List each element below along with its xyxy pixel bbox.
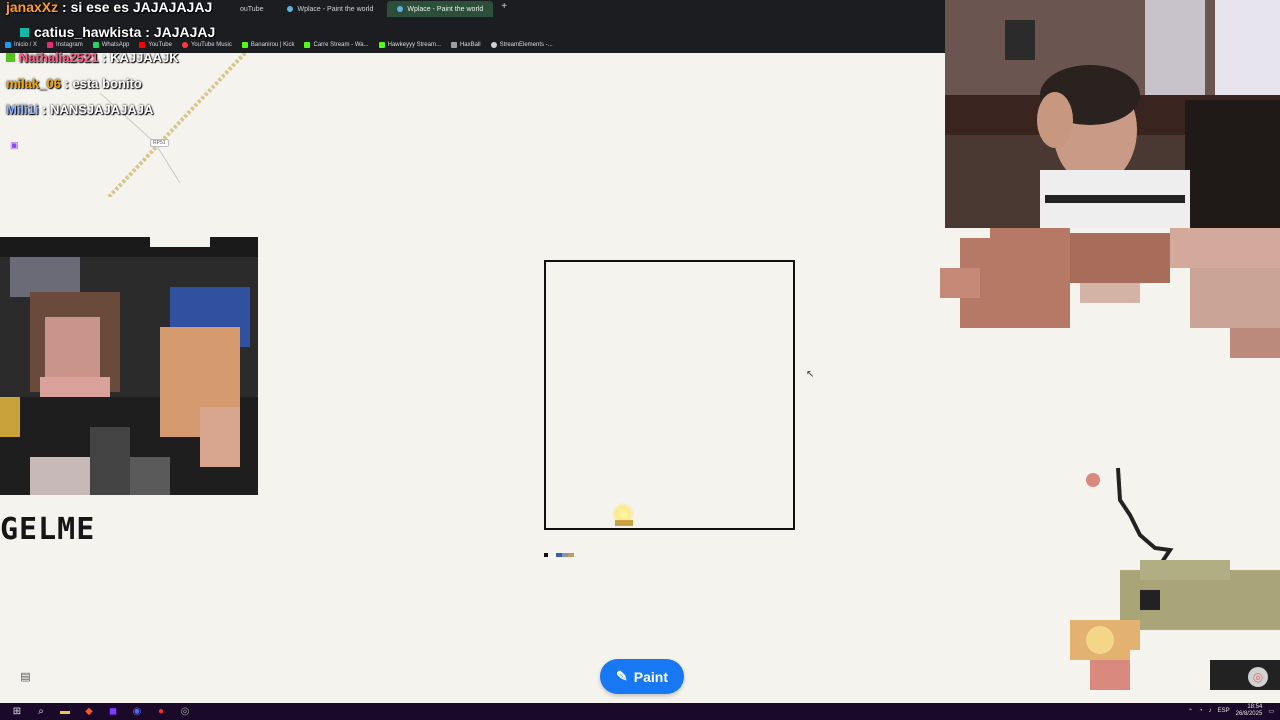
chat-username: milak_06 <box>6 76 61 91</box>
chat-separator: : <box>141 24 154 40</box>
layers-icon[interactable]: ▤ <box>17 668 34 685</box>
chat-message: janaxXz : si ese es JAJAJAJAJ <box>6 0 212 15</box>
tab-label: Wplace - Paint the world <box>297 5 374 13</box>
bookmark-haxball[interactable]: HaxBall <box>450 38 481 51</box>
kick-icon <box>304 41 311 48</box>
globe-icon <box>397 6 404 12</box>
bookmark-label: Hawkeyyy Stream... <box>387 41 441 48</box>
chat-separator: : <box>38 102 51 117</box>
chat-separator: : <box>98 50 111 65</box>
record-icon[interactable]: ● <box>154 705 168 719</box>
paint-label: Paint <box>633 668 668 685</box>
bookmark-label: Carre Stream - Wa... <box>313 41 369 48</box>
youtube-music-icon <box>181 41 188 48</box>
pixel-art-portrait <box>0 197 258 495</box>
road-badge: RP51 <box>150 139 169 147</box>
chat-text: si ese es JAJAJAJAJ <box>70 0 213 15</box>
bookmark-streamelements[interactable]: StreamElements -... <box>490 38 553 51</box>
kick-icon <box>241 41 248 48</box>
chat-text: NANSJAJAJAJA <box>50 102 154 117</box>
mouse-cursor-icon: ↖ <box>806 369 815 380</box>
selection-frame[interactable] <box>544 260 795 530</box>
chat-username: catius_hawkista <box>34 24 142 40</box>
kick-icon <box>378 41 385 48</box>
new-tab-button[interactable]: + <box>497 1 511 19</box>
discord-icon[interactable]: ◉ <box>130 705 144 719</box>
chrome-icon[interactable]: ◎ <box>178 705 192 719</box>
twitch-icon: ▣ <box>10 140 19 150</box>
instagram-icon <box>47 41 54 48</box>
streamelements-icon <box>490 41 497 48</box>
x-icon <box>5 41 11 48</box>
tab-wplace-1[interactable]: Wplace - Paint the world <box>277 1 383 17</box>
language-indicator[interactable]: ESP <box>1218 708 1230 714</box>
tab-label: ouTube <box>240 5 264 13</box>
chat-badge-icon <box>6 53 15 62</box>
pixel-art-text: GELME <box>0 512 96 547</box>
tab-strip: ouTube Wplace - Paint the world Wplace -… <box>230 1 511 19</box>
paint-button[interactable]: ✎ Paint <box>600 659 684 694</box>
tab-wplace-2[interactable]: Wplace - Paint the world <box>387 1 494 17</box>
clock-date: 26/8/2025 <box>1235 711 1263 717</box>
chat-text: JAJAJAJ <box>153 24 216 40</box>
chat-separator: : <box>58 0 71 15</box>
pixel-art-region-right <box>940 228 1280 358</box>
haxball-icon <box>450 41 457 48</box>
whatsapp-icon <box>92 41 99 48</box>
app-icon[interactable]: ◼ <box>106 705 120 719</box>
folder-icon[interactable]: ▬ <box>58 705 72 719</box>
chat-text: KAJJAAJK <box>110 50 179 65</box>
clock-time: 18:54 <box>1247 704 1263 710</box>
chat-badge-icon <box>20 28 29 37</box>
windows-taskbar: ⊞ ⌕ ▬ ◆ ◼ ◉ ● ◎ ⌃ ◔ ♪ ESP 18:54 26/8/202… <box>0 703 1280 720</box>
bookmark-kick-2[interactable]: Carre Stream - Wa... <box>304 38 369 51</box>
brush-icon: ✎ <box>616 668 628 684</box>
chat-message: milak_06 : esta bonito <box>6 76 142 91</box>
bookmark-label: Inicio / X <box>14 41 38 48</box>
chevron-up-icon[interactable]: ⌃ <box>1188 708 1193 715</box>
clock[interactable]: 18:54 26/8/2025 <box>1236 704 1263 718</box>
chat-username: Nathalia2521 <box>19 50 99 65</box>
notification-icon[interactable]: ▭ <box>1268 708 1274 715</box>
windows-start-icon[interactable]: ⊞ <box>10 705 24 719</box>
volume-icon[interactable]: ♪ <box>1209 708 1212 714</box>
pixel-art-region-bottom <box>1070 467 1280 703</box>
search-icon[interactable]: ⌕ <box>34 705 48 719</box>
bookmark-kick-1[interactable]: Bananirou | Kick <box>241 38 295 51</box>
bookmark-label: StreamElements -... <box>499 41 553 48</box>
pixel-strip <box>544 553 574 557</box>
chat-separator: : <box>60 76 73 91</box>
globe-icon <box>287 6 294 12</box>
youtube-icon <box>139 41 146 48</box>
brave-browser-icon[interactable]: ◆ <box>82 705 96 719</box>
system-tray: ⌃ ◔ ♪ ESP 18:54 26/8/2025 ▭ <box>1188 704 1274 718</box>
tab-youtube[interactable]: ouTube <box>230 1 273 17</box>
bookmark-kick-3[interactable]: Hawkeyyy Stream... <box>378 38 441 51</box>
bookmark-label: YouTube <box>148 41 172 48</box>
chat-message: catius_hawkista : JAJAJAJ <box>20 24 215 40</box>
chat-username: janaxXz <box>6 0 59 15</box>
webcam-overlay <box>945 0 1280 228</box>
chat-message: Nathalia2521 : KAJJAAJK <box>6 50 179 65</box>
pixel-highlight-base <box>615 520 633 526</box>
bookmark-label: Instagram <box>56 41 83 48</box>
bookmark-label: YouTube Music <box>190 41 232 48</box>
bookmark-label: Bananirou | Kick <box>250 41 295 48</box>
tab-label: Wplace - Paint the world <box>407 5 484 13</box>
locate-icon[interactable]: ◎ <box>1248 667 1268 687</box>
bookmark-label: WhatsApp <box>101 41 130 48</box>
chat-text: esta bonito <box>72 76 142 91</box>
wifi-icon: ◔ <box>1198 708 1203 714</box>
chat-message: Mili1i : NANSJAJAJAJA <box>6 102 153 117</box>
chat-username: Mili1i <box>6 102 39 117</box>
bookmark-label: HaxBall <box>459 41 481 48</box>
